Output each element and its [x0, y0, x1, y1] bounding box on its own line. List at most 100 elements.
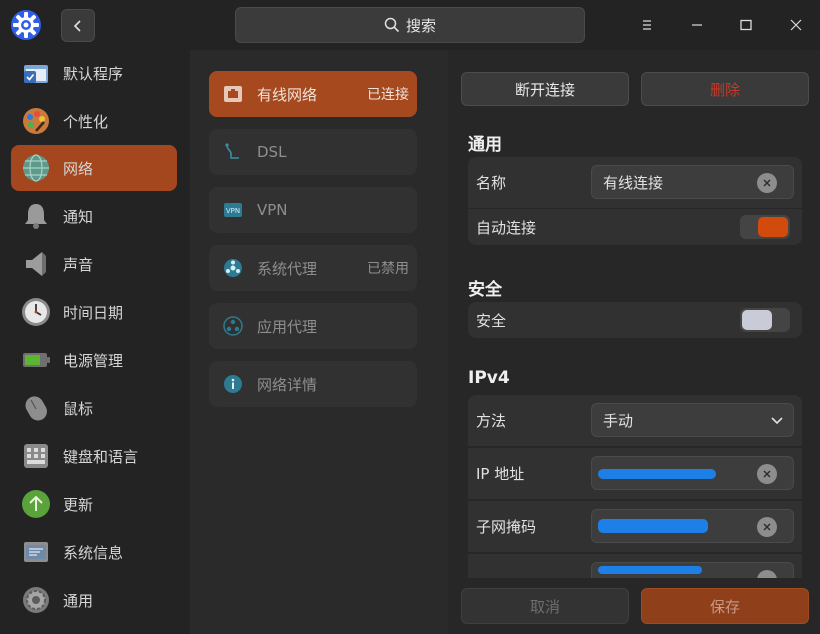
clear-name-button[interactable]: [757, 173, 777, 193]
personalization-icon: [20, 105, 52, 137]
ip-address-row: IP 地址: [468, 448, 802, 499]
clear-mask-button[interactable]: [757, 517, 777, 537]
clear-ip-button[interactable]: [757, 464, 777, 484]
ip-address-field[interactable]: [591, 456, 794, 490]
notification-bell-icon: [20, 200, 52, 232]
gateway-row-clip: 网关: [468, 554, 802, 578]
search-input[interactable]: 搜索: [235, 7, 585, 43]
keyboard-icon: [20, 440, 52, 472]
section-title-ipv4: IPv4: [468, 368, 510, 388]
network-item-dsl[interactable]: DSL: [209, 129, 417, 175]
maximize-icon: [740, 19, 752, 31]
method-select[interactable]: 手动: [591, 403, 794, 437]
wired-connection-settings: 断开连接 删除 通用 名称 有线连接 自动连接 安全 安全 IPv4 方法 手动…: [448, 50, 820, 634]
sidebar-item-label: 通知: [63, 207, 94, 226]
sidebar-item-network[interactable]: 网络: [11, 145, 177, 191]
save-button[interactable]: 保存: [641, 588, 809, 624]
menu-button[interactable]: [635, 13, 659, 37]
network-item-system-proxy[interactable]: 系统代理 已禁用: [209, 245, 417, 291]
name-label: 名称: [476, 174, 507, 192]
network-item-label: 应用代理: [257, 317, 318, 336]
gateway-row: 网关: [468, 554, 802, 578]
sidebar-item-label: 更新: [63, 495, 94, 514]
system-proxy-icon: [222, 257, 244, 279]
name-row: 名称 有线连接: [468, 157, 802, 208]
vpn-icon: VPN: [222, 199, 244, 221]
update-arrow-icon: [20, 488, 52, 520]
sidebar-item-label: 系统信息: [63, 543, 124, 562]
subnet-mask-label: 子网掩码: [476, 518, 537, 536]
connection-name-field[interactable]: 有线连接: [591, 165, 794, 199]
speaker-icon: [20, 248, 52, 280]
svg-text:VPN: VPN: [226, 207, 240, 215]
sidebar-item-keyboard[interactable]: 键盘和语言: [11, 433, 177, 479]
sidebar-item-power[interactable]: 电源管理: [11, 337, 177, 383]
method-label: 方法: [476, 412, 507, 430]
network-item-label: 系统代理: [257, 259, 318, 278]
search-placeholder: 搜索: [405, 16, 436, 35]
cancel-button[interactable]: 取消: [461, 588, 629, 624]
hamburger-menu-icon: [643, 20, 651, 30]
battery-icon: [20, 344, 52, 376]
gateway-field[interactable]: [591, 562, 794, 578]
connection-name-value: 有线连接: [603, 173, 664, 192]
network-item-vpn[interactable]: VPN VPN: [209, 187, 417, 233]
close-icon: [790, 19, 802, 31]
section-title-general: 通用: [468, 135, 502, 155]
back-button[interactable]: [61, 9, 95, 42]
sidebar-item-label: 声音: [63, 255, 94, 274]
sidebar-item-sound[interactable]: 声音: [11, 241, 177, 287]
close-button[interactable]: [784, 13, 808, 37]
network-type-list: 有线网络 已连接 DSL VPN VPN 系统代理 已禁用 应用代理 网络详情: [190, 50, 448, 634]
maximize-button[interactable]: [734, 13, 758, 37]
section-title-security: 安全: [468, 280, 502, 300]
minimize-icon: [692, 24, 702, 26]
sidebar-item-notification[interactable]: 通知: [11, 193, 177, 239]
sidebar-item-personalization[interactable]: 个性化: [11, 98, 177, 144]
redacted-value-mark: [598, 519, 708, 533]
network-item-wired[interactable]: 有线网络 已连接: [209, 71, 417, 117]
chevron-down-icon: [771, 417, 783, 425]
network-item-details[interactable]: 网络详情: [209, 361, 417, 407]
network-globe-icon: [20, 152, 52, 184]
autoconnect-toggle[interactable]: [740, 215, 790, 239]
sidebar-item-default-apps[interactable]: 默认程序: [11, 50, 177, 96]
clear-gateway-button[interactable]: [757, 570, 777, 578]
wired-network-icon: [222, 83, 244, 105]
sidebar-item-datetime[interactable]: 时间日期: [11, 289, 177, 335]
mouse-icon: [20, 392, 52, 424]
network-item-label: VPN: [257, 201, 288, 219]
subnet-mask-row: 子网掩码: [468, 501, 802, 552]
sidebar-item-general[interactable]: 通用: [11, 577, 177, 623]
sidebar-item-update[interactable]: 更新: [11, 481, 177, 527]
delete-button[interactable]: 删除: [641, 72, 809, 106]
security-toggle[interactable]: [740, 308, 790, 332]
redacted-value-mark: [598, 566, 702, 574]
default-apps-icon: [20, 57, 52, 89]
search-icon: [384, 17, 400, 33]
sidebar-item-label: 时间日期: [63, 303, 124, 322]
sidebar-item-label: 电源管理: [63, 351, 124, 370]
clock-icon: [20, 296, 52, 328]
disconnect-button[interactable]: 断开连接: [461, 72, 629, 106]
network-item-status: 已禁用: [367, 261, 409, 277]
sidebar-item-mouse[interactable]: 鼠标: [11, 385, 177, 431]
autoconnect-label: 自动连接: [476, 218, 537, 237]
info-icon: [222, 373, 244, 395]
sidebar-item-label: 网络: [63, 159, 94, 178]
clear-x-icon: [763, 523, 771, 531]
redacted-value-mark: [598, 469, 716, 479]
subnet-mask-field[interactable]: [591, 509, 794, 543]
toggle-knob: [758, 217, 788, 237]
network-item-label: DSL: [257, 143, 287, 161]
network-item-status: 已连接: [367, 87, 409, 103]
method-value: 手动: [603, 411, 634, 430]
clear-x-icon: [763, 179, 771, 187]
network-item-label: 网络详情: [257, 375, 318, 394]
sidebar-item-label: 鼠标: [63, 399, 94, 418]
control-center-logo-icon: [10, 9, 42, 41]
network-item-app-proxy[interactable]: 应用代理: [209, 303, 417, 349]
minimize-button[interactable]: [685, 13, 709, 37]
ip-address-label: IP 地址: [476, 465, 525, 483]
sidebar-item-system-info[interactable]: 系统信息: [11, 529, 177, 575]
